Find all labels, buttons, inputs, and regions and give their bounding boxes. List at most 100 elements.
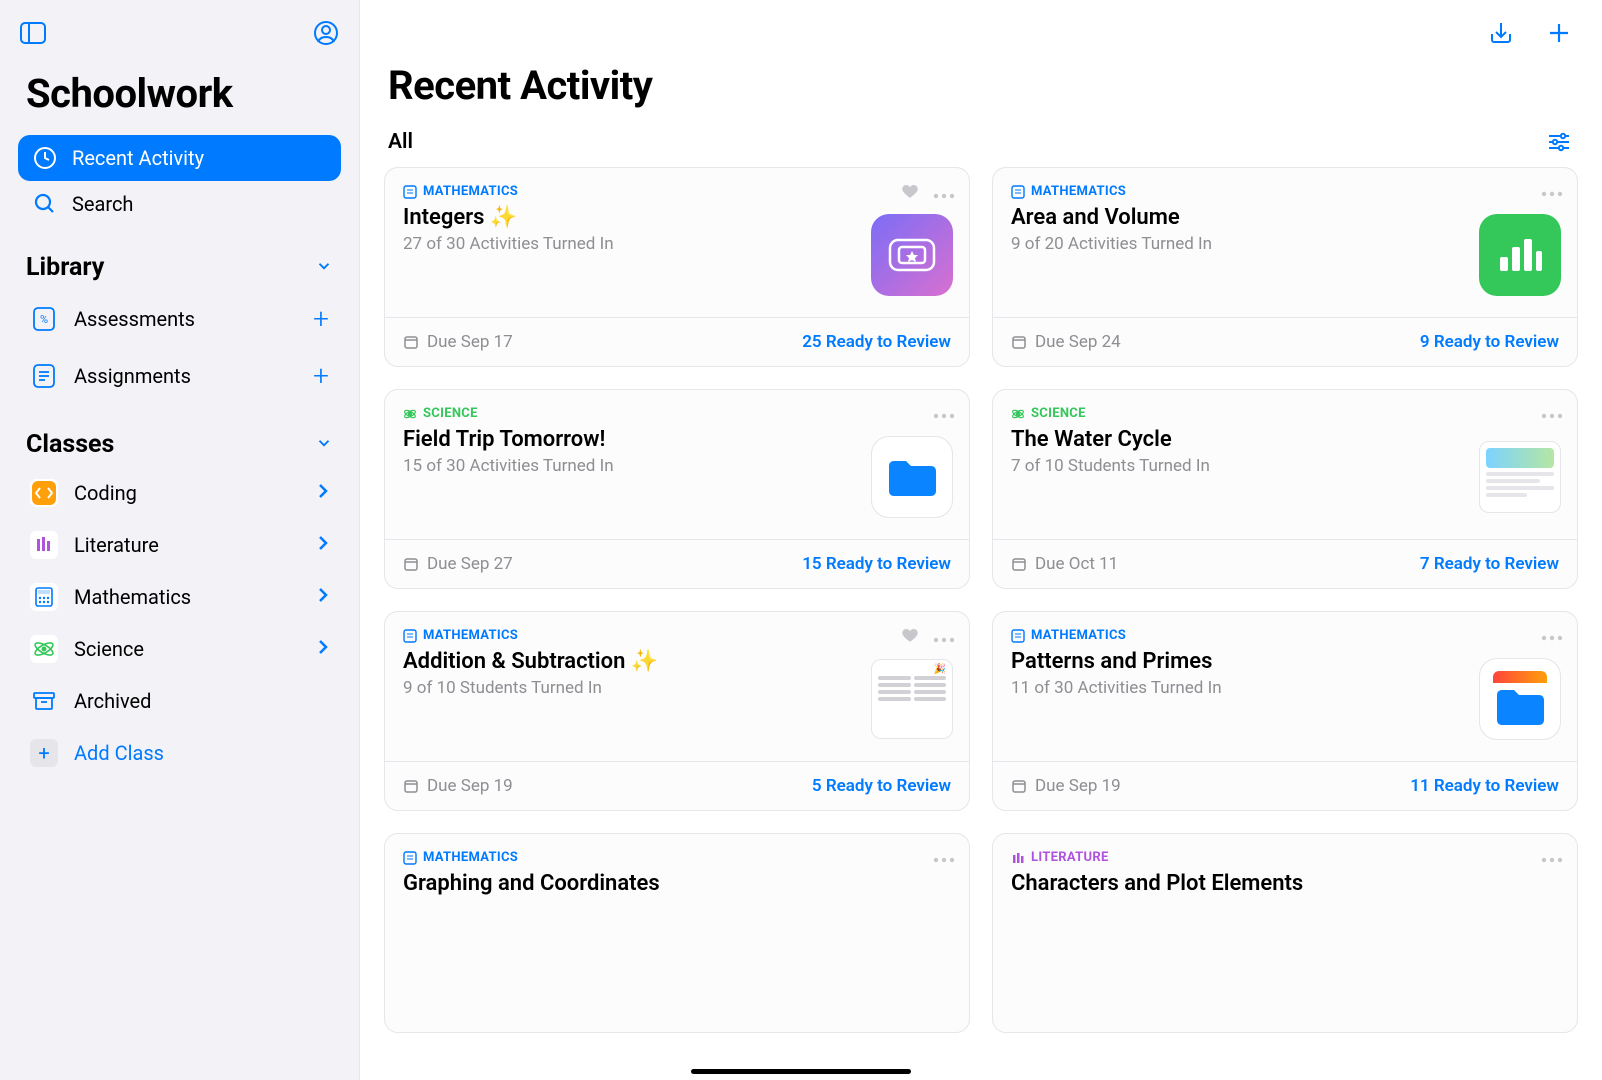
card-body: MATHEMATICS Addition & Subtraction ✨ 9 o… bbox=[385, 612, 969, 761]
ready-to-review-link[interactable]: 5 Ready to Review bbox=[812, 776, 951, 796]
calendar-icon bbox=[1011, 556, 1027, 572]
card-subtitle: 9 of 20 Activities Turned In bbox=[1011, 234, 1559, 254]
card-actions bbox=[1541, 404, 1563, 423]
activity-card[interactable]: MATHEMATICS Patterns and Primes 11 of 30… bbox=[992, 611, 1578, 811]
more-icon[interactable] bbox=[933, 404, 955, 423]
card-title: Graphing and Coordinates bbox=[403, 871, 951, 896]
card-subtitle: 27 of 30 Activities Turned In bbox=[403, 234, 951, 254]
subject-badge: MATHEMATICS bbox=[403, 628, 518, 643]
coding-icon bbox=[30, 479, 58, 507]
calendar-icon bbox=[403, 556, 419, 572]
add-class-button[interactable]: + Add Class bbox=[18, 727, 341, 779]
subject-badge: MATHEMATICS bbox=[1011, 184, 1126, 199]
assignments-icon bbox=[30, 362, 58, 390]
chevron-right-icon bbox=[317, 483, 329, 504]
app-title: Schoolwork bbox=[26, 70, 341, 117]
card-actions bbox=[1541, 848, 1563, 867]
ready-to-review-link[interactable]: 15 Ready to Review bbox=[802, 554, 951, 574]
card-actions bbox=[933, 404, 955, 423]
due-label: Due Sep 24 bbox=[1035, 332, 1121, 352]
more-icon[interactable] bbox=[1541, 626, 1563, 645]
activity-card[interactable]: SCIENCE The Water Cycle 7 of 10 Students… bbox=[992, 389, 1578, 589]
due-date: Due Sep 19 bbox=[1011, 776, 1121, 796]
activity-card[interactable]: MATHEMATICS Area and Volume 9 of 20 Acti… bbox=[992, 167, 1578, 367]
activity-card[interactable]: MATHEMATICS Addition & Subtraction ✨ 9 o… bbox=[384, 611, 970, 811]
new-icon[interactable] bbox=[1544, 18, 1574, 48]
nav-label: Recent Activity bbox=[72, 146, 204, 170]
download-icon[interactable] bbox=[1486, 18, 1516, 48]
subject-badge: SCIENCE bbox=[403, 406, 478, 421]
card-title: Field Trip Tomorrow! bbox=[403, 427, 951, 452]
subject-label: MATHEMATICS bbox=[1031, 184, 1126, 199]
card-subtitle: 15 of 30 Activities Turned In bbox=[403, 456, 951, 476]
activity-card[interactable]: SCIENCE Field Trip Tomorrow! 15 of 30 Ac… bbox=[384, 389, 970, 589]
nav-recent-activity[interactable]: Recent Activity bbox=[18, 135, 341, 181]
main-header: Recent Activity bbox=[360, 48, 1602, 109]
more-icon[interactable] bbox=[933, 184, 955, 203]
card-thumbnail bbox=[1479, 658, 1561, 740]
class-label: Literature bbox=[74, 533, 159, 557]
activity-card[interactable]: MATHEMATICS Graphing and Coordinates bbox=[384, 833, 970, 1033]
filter-settings-icon[interactable] bbox=[1544, 127, 1574, 157]
card-header: MATHEMATICS bbox=[1011, 628, 1559, 643]
card-header: SCIENCE bbox=[1011, 406, 1559, 421]
library-item-assessments[interactable]: % Assessments + bbox=[18, 290, 341, 347]
card-header: MATHEMATICS bbox=[1011, 184, 1559, 199]
class-item-archived[interactable]: Archived bbox=[18, 675, 341, 727]
card-body: LITERATURE Characters and Plot Elements bbox=[993, 834, 1577, 1032]
activity-card[interactable]: LITERATURE Characters and Plot Elements bbox=[992, 833, 1578, 1033]
due-label: Due Sep 19 bbox=[1035, 776, 1121, 796]
ready-to-review-link[interactable]: 9 Ready to Review bbox=[1420, 332, 1559, 352]
card-actions bbox=[1541, 626, 1563, 645]
search-icon bbox=[32, 191, 58, 217]
sidebar-toggle-icon[interactable] bbox=[18, 18, 48, 48]
ready-to-review-link[interactable]: 11 Ready to Review bbox=[1410, 776, 1559, 796]
add-assignment-icon[interactable]: + bbox=[313, 359, 329, 392]
class-item-science[interactable]: Science bbox=[18, 623, 341, 675]
card-actions bbox=[901, 626, 955, 648]
library-item-label: Assignments bbox=[74, 364, 191, 388]
card-title: The Water Cycle bbox=[1011, 427, 1559, 452]
ready-to-review-link[interactable]: 7 Ready to Review bbox=[1420, 554, 1559, 574]
subject-badge: MATHEMATICS bbox=[403, 184, 518, 199]
favorite-icon[interactable] bbox=[901, 182, 919, 204]
class-item-literature[interactable]: Literature bbox=[18, 519, 341, 571]
classes-section-header[interactable]: Classes bbox=[26, 430, 333, 459]
more-icon[interactable] bbox=[1541, 848, 1563, 867]
class-item-coding[interactable]: Coding bbox=[18, 467, 341, 519]
library-section-header[interactable]: Library bbox=[26, 253, 333, 282]
archived-icon bbox=[30, 687, 58, 715]
more-icon[interactable] bbox=[1541, 404, 1563, 423]
cards-grid: MATHEMATICS Integers ✨ 27 of 30 Activiti… bbox=[360, 167, 1602, 1080]
subject-label: SCIENCE bbox=[423, 406, 478, 421]
card-title: Area and Volume bbox=[1011, 205, 1559, 230]
ready-to-review-link[interactable]: 25 Ready to Review bbox=[802, 332, 951, 352]
account-icon[interactable] bbox=[311, 18, 341, 48]
nav-search[interactable]: Search bbox=[18, 181, 341, 227]
sidebar-top-bar bbox=[18, 18, 341, 48]
class-item-mathematics[interactable]: Mathematics bbox=[18, 571, 341, 623]
due-date: Due Oct 11 bbox=[1011, 554, 1118, 574]
filter-label[interactable]: All bbox=[388, 130, 413, 154]
science-icon bbox=[30, 635, 58, 663]
add-assessment-icon[interactable]: + bbox=[313, 302, 329, 335]
activity-card[interactable]: MATHEMATICS Integers ✨ 27 of 30 Activiti… bbox=[384, 167, 970, 367]
subject-label: MATHEMATICS bbox=[423, 628, 518, 643]
card-actions bbox=[1541, 182, 1563, 201]
more-icon[interactable] bbox=[1541, 182, 1563, 201]
calendar-icon bbox=[1011, 334, 1027, 350]
calendar-icon bbox=[403, 778, 419, 794]
add-class-label: Add Class bbox=[74, 741, 164, 765]
home-indicator bbox=[691, 1069, 911, 1074]
card-footer: Due Sep 24 9 Ready to Review bbox=[993, 317, 1577, 366]
library-item-assignments[interactable]: Assignments + bbox=[18, 347, 341, 404]
more-icon[interactable] bbox=[933, 848, 955, 867]
subject-label: LITERATURE bbox=[1031, 850, 1109, 865]
card-thumbnail: 🎉 bbox=[871, 658, 953, 740]
subject-badge: MATHEMATICS bbox=[403, 850, 518, 865]
card-body: MATHEMATICS Area and Volume 9 of 20 Acti… bbox=[993, 168, 1577, 317]
card-title: Addition & Subtraction ✨ bbox=[403, 649, 951, 674]
more-icon[interactable] bbox=[933, 628, 955, 647]
class-label: Mathematics bbox=[74, 585, 191, 609]
favorite-icon[interactable] bbox=[901, 626, 919, 648]
